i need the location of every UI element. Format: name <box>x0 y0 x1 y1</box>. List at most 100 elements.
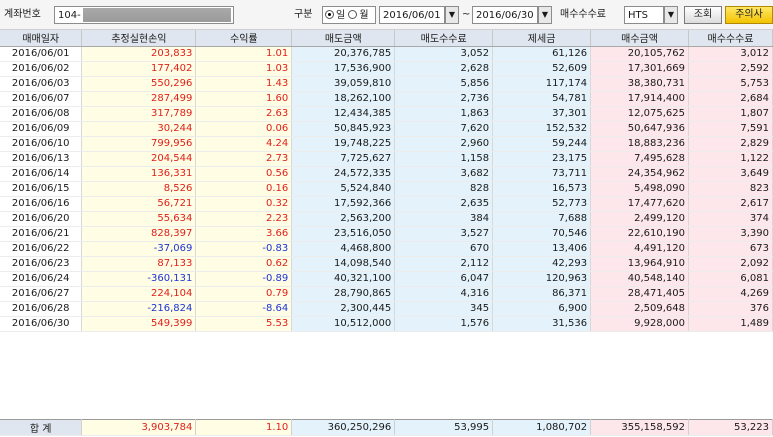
sell-fee-cell: 2,960 <box>394 136 494 152</box>
buy-fee-cell: 3,390 <box>688 226 773 242</box>
col-header-buy-amount[interactable]: 매수금액 <box>590 30 689 47</box>
trade-date-cell: 2016/06/22 <box>0 241 83 257</box>
tax-cell: 70,546 <box>492 226 592 242</box>
table-row[interactable]: 2016/06/10 799,956 4.24 19,748,225 2,960 59,2… <box>0 136 773 152</box>
sell-fee-cell: 670 <box>394 241 494 257</box>
radio-selected-icon <box>325 10 334 19</box>
buy-amount-cell: 22,610,190 <box>590 226 689 242</box>
sell-amount-cell: 5,524,840 <box>291 181 396 197</box>
buy-fee-cell: 2,829 <box>688 136 773 152</box>
buy-amount-cell: 40,548,140 <box>590 271 689 287</box>
table-row[interactable]: 2016/06/24 -360,131 -0.89 40,321,100 6,047 12… <box>0 271 773 287</box>
return-rate-cell: 0.16 <box>195 181 293 197</box>
sell-fee-cell: 1,863 <box>394 106 494 122</box>
tax-cell: 13,406 <box>492 241 592 257</box>
table-row[interactable]: 2016/06/14 136,331 0.56 24,572,335 3,682 73,7… <box>0 166 773 182</box>
tax-cell: 7,688 <box>492 211 592 227</box>
return-rate-cell: 3.66 <box>195 226 293 242</box>
buy-fee-cell: 5,753 <box>688 76 773 92</box>
query-button[interactable]: 조회 <box>684 6 722 24</box>
account-label: 계좌번호 <box>4 9 41 20</box>
col-header-tax[interactable]: 제세금 <box>492 30 592 47</box>
table-row[interactable]: 2016/06/21 828,397 3.66 23,516,050 3,527 70,5… <box>0 226 773 242</box>
col-header-sell-amount[interactable]: 매도금액 <box>291 30 396 47</box>
col-header-buy-fee[interactable]: 매수수수료 <box>688 30 773 47</box>
buy-fee-cell: 3,649 <box>688 166 773 182</box>
table-row[interactable]: 2016/06/03 550,296 1.43 39,059,810 5,856 117,… <box>0 76 773 92</box>
table-row[interactable]: 2016/06/09 30,244 0.06 50,845,923 7,620 152,5… <box>0 121 773 137</box>
table-row[interactable]: 2016/06/01 203,833 1.01 20,376,785 3,052 61,1… <box>0 46 773 62</box>
buy-fee-cell: 1,489 <box>688 316 773 332</box>
buy-fee-cell: 7,591 <box>688 121 773 137</box>
total-buy-fee: 53,223 <box>688 419 773 436</box>
date-from-dropdown-icon[interactable]: ▼ <box>445 6 459 24</box>
buy-fee-cell: 1,122 <box>688 151 773 167</box>
return-rate-cell: 2.63 <box>195 106 293 122</box>
sell-fee-cell: 4,316 <box>394 286 494 302</box>
trade-date-cell: 2016/06/20 <box>0 211 83 227</box>
table-row[interactable]: 2016/06/07 287,499 1.60 18,262,100 2,736 54,7… <box>0 91 773 107</box>
buy-amount-cell: 17,914,400 <box>590 91 689 107</box>
tax-cell: 54,781 <box>492 91 592 107</box>
tax-cell: 52,773 <box>492 196 592 212</box>
buy-amount-cell: 5,498,090 <box>590 181 689 197</box>
sell-fee-cell: 3,682 <box>394 166 494 182</box>
realized-pnl-cell: 287,499 <box>81 91 197 107</box>
date-from-field[interactable]: 2016/06/01 <box>379 6 445 24</box>
table-row[interactable]: 2016/06/13 204,544 2.73 7,725,627 1,158 23,17… <box>0 151 773 167</box>
buy-fee-cell: 376 <box>688 301 773 317</box>
realized-pnl-cell: 55,634 <box>81 211 197 227</box>
tax-cell: 6,900 <box>492 301 592 317</box>
totals-label: 합 계 <box>0 419 83 436</box>
col-header-sell-fee[interactable]: 매도수수료 <box>394 30 494 47</box>
table-row[interactable]: 2016/06/23 87,133 0.62 14,098,540 2,112 42,29… <box>0 256 773 272</box>
toolbar: 계좌번호 104- 구분 일 월 2016/06/01 ▼ ~ 2016/06/… <box>0 0 773 30</box>
buy-amount-cell: 12,075,625 <box>590 106 689 122</box>
total-realized-pnl: 3,903,784 <box>81 419 197 436</box>
table-row[interactable]: 2016/06/22 -37,069 -0.83 4,468,800 670 13,406… <box>0 241 773 257</box>
return-rate-cell: -0.89 <box>195 271 293 287</box>
return-rate-cell: 1.60 <box>195 91 293 107</box>
sell-amount-cell: 20,376,785 <box>291 46 396 62</box>
table-row[interactable]: 2016/06/16 56,721 0.32 17,592,366 2,635 52,77… <box>0 196 773 212</box>
total-sell-amount: 360,250,296 <box>291 419 396 436</box>
table-row[interactable]: 2016/06/20 55,634 2.23 2,563,200 384 7,688 2,4… <box>0 211 773 227</box>
sell-fee-cell: 2,635 <box>394 196 494 212</box>
return-rate-cell: 1.03 <box>195 61 293 77</box>
realized-pnl-cell: 799,956 <box>81 136 197 152</box>
notice-button[interactable]: 주의사 <box>725 6 773 24</box>
date-to-dropdown-icon[interactable]: ▼ <box>538 6 552 24</box>
buy-fee-cell: 2,092 <box>688 256 773 272</box>
realized-pnl-cell: 8,526 <box>81 181 197 197</box>
return-rate-cell: 0.32 <box>195 196 293 212</box>
date-to-field[interactable]: 2016/06/30 <box>472 6 538 24</box>
table-row[interactable]: 2016/06/28 -216,824 -8.64 2,300,445 345 6,900… <box>0 301 773 317</box>
realized-pnl-cell: 136,331 <box>81 166 197 182</box>
table-row[interactable]: 2016/06/30 549,399 5.53 10,512,000 1,576 31,5… <box>0 316 773 332</box>
buy-amount-cell: 4,491,120 <box>590 241 689 257</box>
realized-pnl-cell: 550,296 <box>81 76 197 92</box>
fee-label: 매수수수료 <box>560 9 606 20</box>
table-row[interactable]: 2016/06/02 177,402 1.03 17,536,900 2,628 52,6… <box>0 61 773 77</box>
radio-daily[interactable]: 일 <box>325 10 345 21</box>
sell-amount-cell: 39,059,810 <box>291 76 396 92</box>
trade-date-cell: 2016/06/09 <box>0 121 83 137</box>
col-header-trade-date[interactable]: 매매일자 <box>0 30 83 47</box>
account-number-field[interactable]: 104- <box>54 6 234 24</box>
realized-pnl-cell: 203,833 <box>81 46 197 62</box>
trade-date-cell: 2016/06/21 <box>0 226 83 242</box>
table-row[interactable]: 2016/06/15 8,526 0.16 5,524,840 828 16,573 5,4… <box>0 181 773 197</box>
realized-pnl-cell: -360,131 <box>81 271 197 287</box>
col-header-realized-pnl[interactable]: 추정실현손익 <box>81 30 197 47</box>
col-header-return-rate[interactable]: 수익률 <box>195 30 293 47</box>
fee-dropdown-icon[interactable]: ▼ <box>664 6 678 24</box>
totals-row: 합 계 3,903,784 1.10 360,250,296 53,995 1,… <box>0 419 773 436</box>
tax-cell: 52,609 <box>492 61 592 77</box>
buy-fee-cell: 2,592 <box>688 61 773 77</box>
table-row[interactable]: 2016/06/08 317,789 2.63 12,434,385 1,863 37,3… <box>0 106 773 122</box>
trade-date-cell: 2016/06/27 <box>0 286 83 302</box>
account-number-prefix: 104- <box>58 10 81 21</box>
table-row[interactable]: 2016/06/27 224,104 0.79 28,790,865 4,316 86,3… <box>0 286 773 302</box>
fee-select[interactable]: HTS <box>624 6 664 24</box>
radio-monthly[interactable]: 월 <box>348 10 369 21</box>
